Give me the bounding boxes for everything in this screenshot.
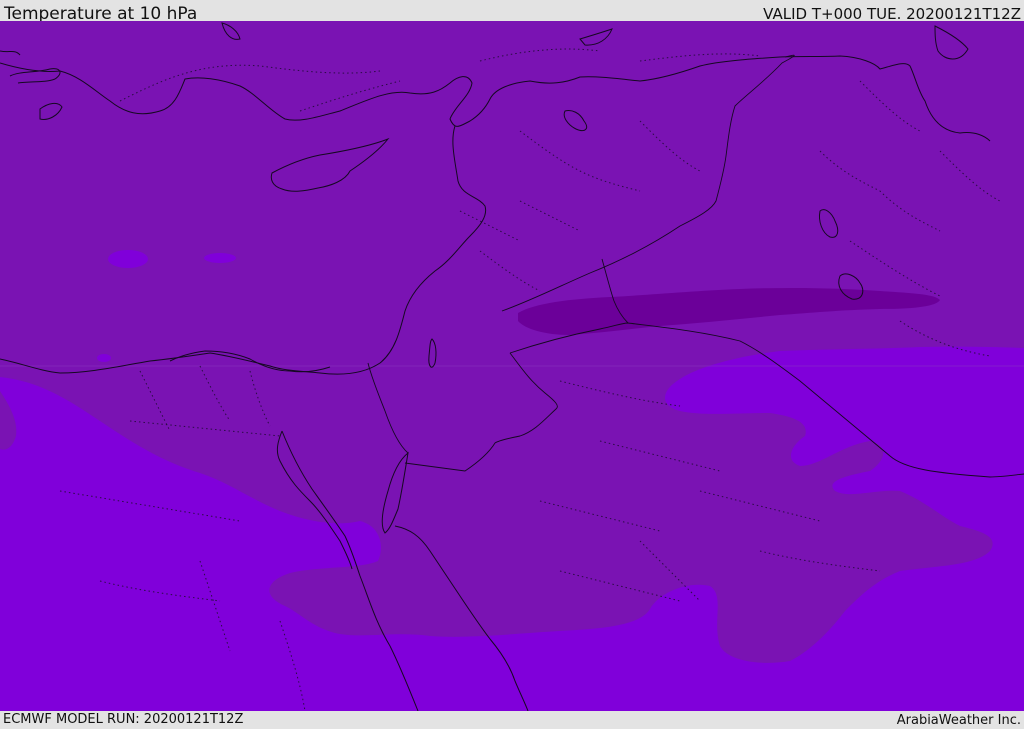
credit-label: ArabiaWeather Inc. xyxy=(896,713,1021,728)
field-cool-spot-2 xyxy=(204,253,236,263)
model-run-label: ECMWF MODEL RUN: 20200121T12Z xyxy=(3,712,244,727)
header-bar: Temperature at 10 hPa VALID T+000 TUE. 2… xyxy=(0,0,1024,24)
field-cool-spot-1 xyxy=(108,250,148,268)
footer-bar: ECMWF MODEL RUN: 20200121T12Z ArabiaWeat… xyxy=(0,711,1024,729)
field-cool-spot-3 xyxy=(97,354,111,362)
forecast-map-frame: Temperature at 10 hPa VALID T+000 TUE. 2… xyxy=(0,0,1024,729)
temperature-map xyxy=(0,21,1024,711)
